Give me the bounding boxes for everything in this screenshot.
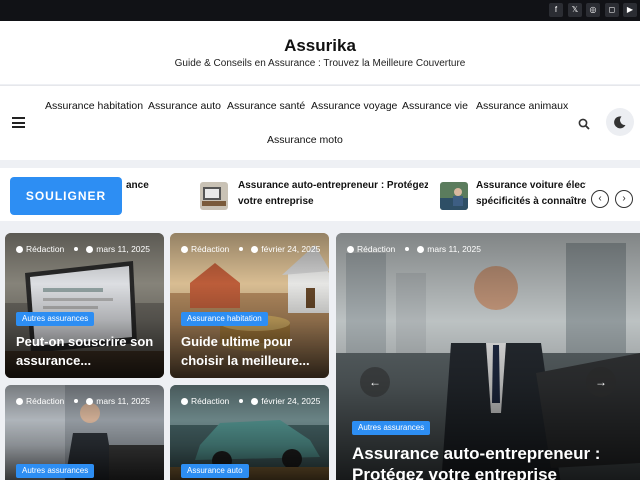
news-ticker: ance SOULIGNER Assurance auto-entreprene… — [0, 168, 640, 221]
post-author[interactable]: Rédaction — [191, 244, 229, 254]
slider-next-button[interactable]: → — [586, 367, 616, 397]
main-navigation: Assurance habitation Assurance auto Assu… — [0, 85, 640, 160]
post-card[interactable]: Rédaction mars 11, 2025 Autres assurances — [5, 385, 164, 480]
post-date: mars 11, 2025 — [427, 244, 481, 254]
post-date: mars 11, 2025 — [96, 396, 150, 406]
post-author[interactable]: Rédaction — [26, 396, 64, 406]
ticker-thumb-1[interactable] — [200, 182, 228, 210]
nav-item-assurance-vie[interactable]: Assurance vie — [402, 100, 468, 112]
clock-icon — [251, 398, 259, 405]
ticker-next-button[interactable]: › — [615, 190, 633, 208]
ticker-item-0[interactable]: ance — [126, 178, 186, 194]
nav-item-assurance-animaux[interactable]: Assurance animaux — [476, 100, 568, 112]
category-badge[interactable]: Autres assurances — [16, 312, 95, 326]
menu-icon[interactable] — [12, 117, 25, 128]
category-badge[interactable]: Assurance auto — [181, 464, 249, 478]
featured-title-line2[interactable]: Protégez votre entreprise — [352, 464, 557, 480]
moon-icon — [614, 116, 626, 129]
post-author[interactable]: Rédaction — [26, 244, 64, 254]
post-meta: Rédaction mars 11, 2025 — [347, 244, 481, 254]
ticker-item-2-line2[interactable]: spécificités à connaître — [476, 194, 586, 210]
slider-prev-button[interactable]: ← — [360, 367, 390, 397]
nav-item-assurance-habitation[interactable]: Assurance habitation — [45, 100, 143, 112]
dribbble-icon[interactable]: ◎ — [586, 3, 600, 17]
post-title-line1[interactable]: Peut-on souscrire son — [16, 332, 153, 351]
featured-post-slider[interactable]: Rédaction mars 11, 2025 ← → Autres assura… — [336, 233, 640, 480]
category-badge[interactable]: Autres assurances — [16, 464, 95, 478]
user-icon — [347, 246, 354, 253]
post-meta: Rédaction février 24, 2025 — [181, 396, 320, 406]
post-title-line1[interactable]: Guide ultime pour — [181, 332, 292, 351]
site-title[interactable]: Assurika — [0, 36, 640, 56]
clock-icon — [251, 246, 259, 253]
post-card[interactable]: Rédaction février 24, 2025 Assurance habi… — [170, 233, 329, 378]
dark-mode-toggle[interactable] — [606, 108, 634, 136]
ticker-thumb-2[interactable] — [440, 182, 468, 210]
top-bar: f 𝕏 ◎ ◻ ▶ — [0, 0, 640, 21]
ticker-label: SOULIGNER — [10, 177, 122, 215]
clock-icon — [417, 246, 425, 253]
post-card[interactable]: Rédaction mars 11, 2025 Autres assurances… — [5, 233, 164, 378]
post-date: mars 11, 2025 — [96, 244, 150, 254]
post-title-line2[interactable]: choisir la meilleure... — [181, 351, 310, 370]
nav-item-assurance-sante[interactable]: Assurance santé — [227, 100, 305, 112]
nav-item-assurance-auto[interactable]: Assurance auto — [148, 100, 221, 112]
ticker-item-2-title[interactable]: Assurance voiture électrique : — [476, 178, 586, 194]
facebook-icon[interactable]: f — [549, 3, 563, 17]
x-icon[interactable]: 𝕏 — [568, 3, 582, 17]
category-badge[interactable]: Autres assurances — [352, 421, 431, 435]
post-meta: Rédaction mars 11, 2025 — [16, 244, 150, 254]
site-header: Assurika Guide & Conseils en Assurance :… — [0, 21, 640, 84]
ticker-prev-button[interactable]: ‹ — [591, 190, 609, 208]
nav-item-assurance-moto[interactable]: Assurance moto — [267, 134, 343, 146]
post-card[interactable]: Rédaction février 24, 2025 Assurance auto — [170, 385, 329, 480]
category-badge[interactable]: Assurance habitation — [181, 312, 268, 326]
search-icon[interactable] — [578, 118, 590, 130]
user-icon — [181, 398, 188, 405]
post-title-line2[interactable]: assurance... — [16, 351, 91, 370]
clock-icon — [86, 398, 94, 405]
post-meta: Rédaction février 24, 2025 — [181, 244, 320, 254]
ticker-item-1-title[interactable]: Assurance auto-entrepreneur : Protégez — [238, 178, 428, 194]
post-date: février 24, 2025 — [261, 396, 321, 406]
post-meta: Rédaction mars 11, 2025 — [16, 396, 150, 406]
post-author[interactable]: Rédaction — [357, 244, 395, 254]
user-icon — [16, 398, 23, 405]
post-author[interactable]: Rédaction — [191, 396, 229, 406]
featured-title-line1[interactable]: Assurance auto-entrepreneur : — [352, 443, 600, 465]
nav-item-assurance-voyage[interactable]: Assurance voyage — [311, 100, 397, 112]
post-date: février 24, 2025 — [261, 244, 321, 254]
user-icon — [16, 246, 23, 253]
instagram-icon[interactable]: ◻ — [605, 3, 619, 17]
site-tagline: Guide & Conseils en Assurance : Trouvez … — [174, 58, 466, 69]
youtube-icon[interactable]: ▶ — [623, 3, 637, 17]
ticker-item-1-line2[interactable]: votre entreprise — [238, 194, 428, 210]
user-icon — [181, 246, 188, 253]
clock-icon — [86, 246, 94, 253]
